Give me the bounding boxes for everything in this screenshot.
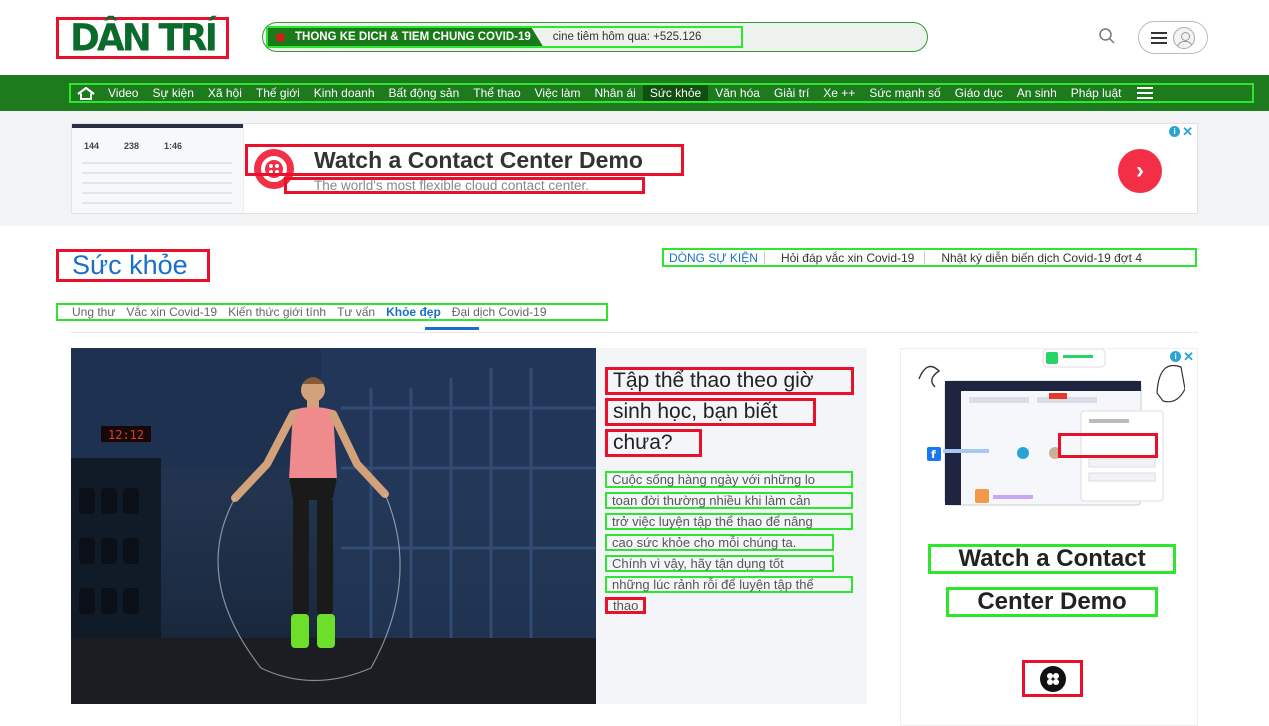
whatsapp-icon: [1046, 352, 1058, 364]
article-sapo-line: trở việc luyện tập thể thao để nâng: [605, 513, 853, 530]
nav-item[interactable]: Giáo dục: [948, 85, 1010, 101]
nav-item[interactable]: Video: [101, 85, 145, 101]
subtab[interactable]: Đại dịch Covid-19: [452, 305, 547, 319]
article-sapo-line: cao sức khỏe cho mỗi chúng ta.: [605, 534, 834, 551]
nav-item[interactable]: Nhân ái: [587, 85, 642, 101]
nav-items: Video Sự kiện Xã hội Thế giới Kinh doanh Bất …: [69, 83, 1254, 103]
nav-item[interactable]: Thể thao: [466, 85, 527, 101]
brand-logo-icon: [1039, 665, 1066, 692]
divider: [71, 332, 1198, 333]
nav-item[interactable]: Văn hóa: [708, 85, 767, 101]
covid-stats-bar[interactable]: THONG KE DICH & TIEM CHUNG COVID-19 cine…: [262, 22, 928, 52]
ad-highlight-box: [1058, 433, 1158, 458]
side-ad-title[interactable]: Center Demo: [946, 587, 1158, 617]
article-title-line[interactable]: sinh học, bạn biết: [605, 398, 816, 426]
event-link[interactable]: Nhật ký diễn biến dịch Covid-19 đợt 4: [925, 251, 1152, 265]
article-sapo-line: Chính vì vậy, hãy tận dụng tốt: [605, 555, 834, 572]
nav-item[interactable]: Xã hội: [201, 85, 249, 101]
nav-item[interactable]: Giải trí: [767, 85, 816, 101]
side-ad-logo[interactable]: [1022, 660, 1083, 697]
event-stream: DÒNG SỰ KIỆN Hỏi đáp vắc xin Covid-19 Nh…: [662, 248, 1197, 267]
home-icon[interactable]: [71, 86, 101, 100]
featured-article-image[interactable]: 12:12: [71, 348, 596, 704]
article-sapo-last: thao: [605, 597, 646, 614]
nav-item[interactable]: Pháp luật: [1064, 85, 1129, 101]
section-title[interactable]: Sức khỏe: [56, 249, 210, 282]
ad-choices[interactable]: i ✕: [1169, 125, 1193, 138]
site-logo-text: DÂN TRÍ: [69, 16, 218, 60]
ad-info-icon[interactable]: i: [1169, 126, 1181, 137]
nav-item[interactable]: Việc làm: [528, 85, 588, 101]
search-icon[interactable]: [1098, 27, 1116, 45]
article-title-line[interactable]: chưa?: [605, 429, 702, 457]
article-title-line[interactable]: Tập thể thao theo giờ: [605, 367, 854, 395]
chevron-right-icon[interactable]: ›: [1118, 149, 1162, 193]
ad-close-icon[interactable]: ✕: [1182, 125, 1193, 138]
nav-item[interactable]: An sinh: [1010, 85, 1064, 101]
ad-thumb-number: 1:46: [164, 141, 183, 151]
ad-thumb-number: 238: [124, 141, 140, 151]
menu-icon: [1151, 31, 1167, 44]
covid-stats-inner: THONG KE DICH & TIEM CHUNG COVID-19 cine…: [266, 26, 743, 48]
side-ad-title[interactable]: Watch a Contact: [928, 544, 1176, 574]
user-icon: [1173, 26, 1195, 49]
article-sapo-line: Cuộc sống hàng ngày với những lo: [605, 471, 853, 488]
ad-thumbnail: 144 238 1:46: [72, 124, 244, 213]
ad-thumb-number: 144: [84, 141, 100, 151]
subtab[interactable]: Vắc xin Covid-19: [126, 305, 217, 319]
gym-clock: 12:12: [108, 428, 144, 442]
page: DÂN TRÍ THONG KE DICH & TIEM CHUNG COVID…: [0, 0, 1269, 726]
main-nav: Video Sự kiện Xã hội Thế giới Kinh doanh Bất …: [0, 75, 1269, 111]
nav-item[interactable]: Sức mạnh số: [862, 85, 947, 101]
nav-menu-icon[interactable]: [1136, 87, 1153, 99]
ad-title[interactable]: Watch a Contact Center Demo: [245, 144, 684, 176]
article-sapo-line: những lúc rảnh rỗi để luyện tập thể: [605, 576, 853, 593]
covid-stats-label[interactable]: THONG KE DICH & TIEM CHUNG COVID-19: [268, 28, 543, 46]
section-subtabs: Ung thư Vắc xin Covid-19 Kiến thức giới tí…: [56, 303, 608, 321]
user-menu-button[interactable]: [1138, 21, 1208, 54]
subtab[interactable]: Ung thư: [72, 305, 115, 319]
article-sapo-line: toan đời thường nhiều khi làm cản: [605, 492, 853, 509]
ad-subtitle: The world's most flexible cloud contact …: [284, 177, 645, 194]
covid-ticker: cine tiêm hôm qua: +525.126: [552, 31, 702, 43]
subtab[interactable]: Khỏe đẹp: [386, 305, 441, 319]
event-link[interactable]: Hỏi đáp vắc xin Covid-19: [765, 251, 924, 265]
nav-item[interactable]: Thế giới: [249, 85, 307, 101]
subtab[interactable]: Tư vấn: [337, 305, 375, 319]
nav-item[interactable]: Sự kiện: [145, 85, 200, 101]
ad-illustration: f: [918, 349, 1185, 506]
nav-item[interactable]: Xe ++: [816, 85, 862, 101]
svg-text:f: f: [931, 448, 936, 461]
site-logo[interactable]: DÂN TRÍ: [56, 16, 229, 60]
nav-item[interactable]: Sức khỏe: [642, 85, 709, 101]
subtab[interactable]: Kiến thức giới tính: [228, 305, 326, 319]
nav-item[interactable]: Kinh doanh: [307, 85, 382, 101]
event-stream-label: DÒNG SỰ KIỆN: [669, 250, 758, 265]
nav-item[interactable]: Bất động sản: [382, 85, 467, 101]
covid-label-text: THONG KE DICH & TIEM CHUNG COVID-19: [295, 31, 531, 43]
live-dot-icon: [276, 32, 285, 42]
active-tab-indicator: [425, 327, 479, 330]
